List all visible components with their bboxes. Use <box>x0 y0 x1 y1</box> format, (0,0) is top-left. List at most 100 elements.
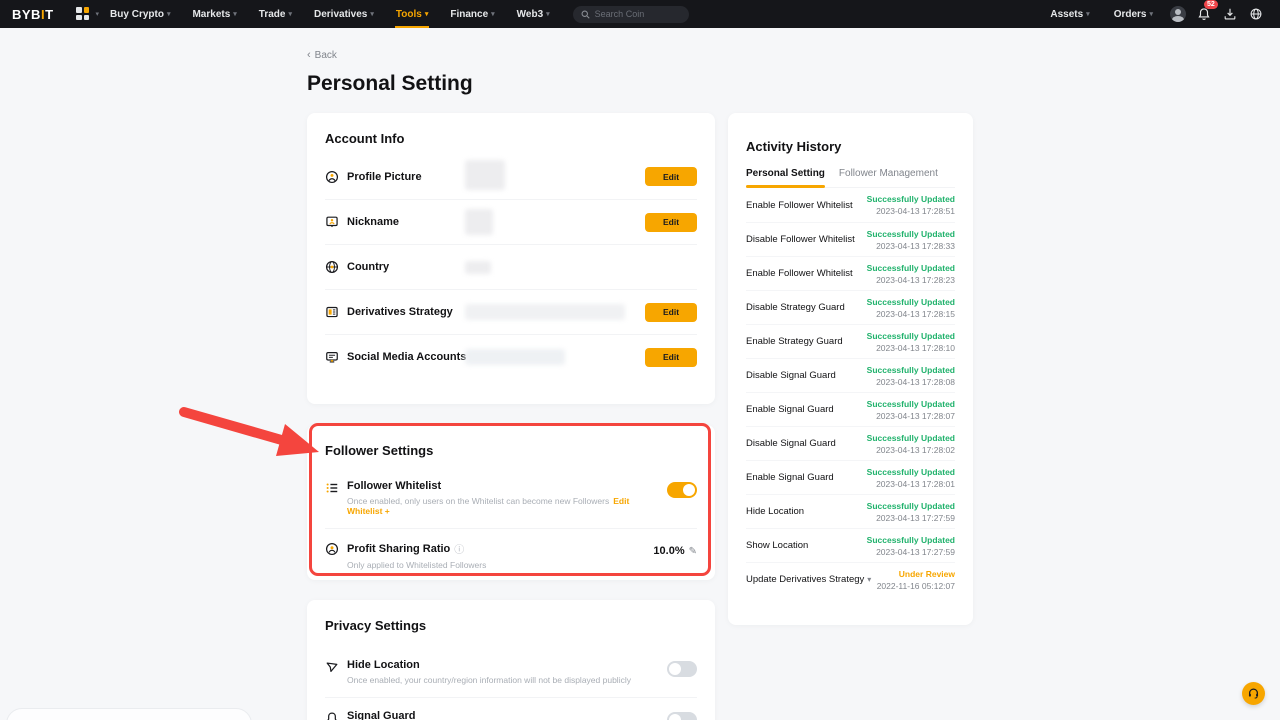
status-badge: Successfully Updated <box>867 467 955 477</box>
edit-nickname-button[interactable]: Edit <box>645 213 697 232</box>
chevron-down-icon: ▾ <box>867 575 871 584</box>
avatar <box>1170 6 1186 22</box>
row-country: Country <box>325 244 697 289</box>
nav-item-derivatives[interactable]: Derivatives▾ <box>303 0 385 28</box>
hide-location-toggle[interactable] <box>667 661 697 677</box>
profile-picture-icon <box>325 170 339 184</box>
chevron-down-icon: ▾ <box>491 10 495 18</box>
nickname-icon <box>325 215 339 229</box>
top-navbar: BYBIT ▾ Buy Crypto▾ Markets▾ Trade▾ Deri… <box>0 0 1280 28</box>
signal-guard-toggle[interactable] <box>667 712 697 720</box>
nav-item-markets[interactable]: Markets▾ <box>181 0 247 28</box>
status-badge: Under Review <box>877 569 955 579</box>
chevron-down-icon: ▾ <box>546 10 550 18</box>
activity-row: Disable Strategy GuardSuccessfully Updat… <box>746 290 955 324</box>
row-nickname: Nickname Edit <box>325 199 697 244</box>
chevron-down-icon: ▾ <box>1086 10 1090 18</box>
activity-label: Enable Strategy Guard <box>746 336 843 347</box>
blurred-social-accounts <box>465 349 565 365</box>
edit-pencil-icon[interactable]: ✎ <box>689 546 697 557</box>
status-badge: Successfully Updated <box>867 263 955 273</box>
edit-profile-picture-button[interactable]: Edit <box>645 167 697 186</box>
coin-search[interactable] <box>573 6 689 23</box>
nav-item-assets[interactable]: Assets▾ <box>1039 0 1100 28</box>
status-badge: Successfully Updated <box>867 433 955 443</box>
activity-label: Enable Follower Whitelist <box>746 268 853 279</box>
nav-item-finance[interactable]: Finance▾ <box>439 0 505 28</box>
timestamp: 2023-04-13 17:28:10 <box>867 343 955 353</box>
activity-row: Hide LocationSuccessfully Updated2023-04… <box>746 494 955 528</box>
status-badge: Successfully Updated <box>867 399 955 409</box>
nav-item-orders[interactable]: Orders▾ <box>1103 0 1164 28</box>
status-badge: Successfully Updated <box>867 331 955 341</box>
signal-guard-label: Signal Guard <box>347 710 585 720</box>
timestamp: 2023-04-13 17:27:59 <box>867 513 955 523</box>
edit-social-media-button[interactable]: Edit <box>645 348 697 367</box>
follower-whitelist-toggle[interactable] <box>667 482 697 498</box>
nav-item-tools[interactable]: Tools▾ <box>385 0 439 28</box>
row-profile-picture: Profile Picture Edit <box>325 154 697 199</box>
nav-item-web3[interactable]: Web3▾ <box>506 0 561 28</box>
profit-ratio-subtitle: Only applied to Whitelisted Followers <box>347 560 486 570</box>
nav-item-trade[interactable]: Trade▾ <box>248 0 303 28</box>
account-info-card: Account Info Profile Picture Edit Nickna… <box>307 113 715 404</box>
tab-personal-setting[interactable]: Personal Setting <box>746 168 825 187</box>
products-grid-menu[interactable]: ▾ <box>68 7 100 21</box>
bell-icon <box>1197 7 1211 21</box>
edit-derivatives-strategy-button[interactable]: Edit <box>645 303 697 322</box>
row-label: Derivatives Strategy <box>347 306 453 318</box>
grid-icon <box>76 7 90 21</box>
profile-avatar[interactable] <box>1166 2 1190 26</box>
activity-row: Show LocationSuccessfully Updated2023-04… <box>746 528 955 562</box>
activity-history-card: Activity History Personal Setting Follow… <box>728 113 973 625</box>
follower-settings-card: Follower Settings Follower Whitelist Onc… <box>307 425 715 580</box>
tab-follower-management[interactable]: Follower Management <box>839 168 938 187</box>
profit-ratio-value: 10.0%✎ <box>653 545 697 557</box>
download-app-button[interactable] <box>1218 2 1242 26</box>
chevron-down-icon: ▾ <box>1149 10 1153 18</box>
country-globe-icon <box>325 260 339 274</box>
row-signal-guard: Signal Guard Once enabled, only Follower… <box>325 697 697 720</box>
row-social-media: Social Media Accounts Edit <box>325 334 697 379</box>
timestamp: 2023-04-13 17:28:07 <box>867 411 955 421</box>
bybit-logo[interactable]: BYBIT <box>12 7 54 22</box>
blurred-nickname <box>465 209 493 235</box>
chevron-down-icon: ▾ <box>167 10 171 18</box>
activity-row: Enable Signal GuardSuccessfully Updated2… <box>746 460 955 494</box>
chevron-down-icon: ▾ <box>288 10 292 18</box>
account-info-title: Account Info <box>325 131 697 146</box>
search-input[interactable] <box>595 9 675 19</box>
privacy-settings-card: Privacy Settings Hide Location Once enab… <box>307 600 715 720</box>
status-badge: Successfully Updated <box>867 297 955 307</box>
profit-ratio-person-icon <box>325 542 339 556</box>
social-media-monitor-icon <box>325 350 339 364</box>
support-chat-button[interactable] <box>1242 682 1265 705</box>
notifications-button[interactable]: 52 <box>1192 2 1216 26</box>
timestamp: 2023-04-13 17:28:23 <box>867 275 955 285</box>
language-button[interactable] <box>1244 2 1268 26</box>
timestamp: 2023-04-13 17:28:02 <box>867 445 955 455</box>
toggle-knob <box>683 484 695 496</box>
row-hide-location: Hide Location Once enabled, your country… <box>325 647 697 697</box>
row-follower-whitelist: Follower Whitelist Once enabled, only us… <box>325 468 697 528</box>
info-icon[interactable]: ⓘ <box>454 541 464 556</box>
globe-icon <box>1249 7 1263 21</box>
activity-row: Disable Follower WhitelistSuccessfully U… <box>746 222 955 256</box>
activity-label: Update Derivatives Strategy <box>746 574 864 585</box>
hide-location-subtitle: Once enabled, your country/region inform… <box>347 675 631 685</box>
activity-row-update-strategy[interactable]: Update Derivatives Strategy▾ Under Review… <box>746 562 955 596</box>
row-label: Profile Picture <box>347 171 422 183</box>
status-badge: Successfully Updated <box>867 194 955 204</box>
timestamp: 2023-04-13 17:28:33 <box>867 241 955 251</box>
whitelist-label: Follower Whitelist <box>347 480 667 492</box>
signal-guard-bell-icon <box>325 711 339 720</box>
status-badge: Successfully Updated <box>867 501 955 511</box>
back-button[interactable]: ‹ Back <box>307 49 337 61</box>
search-icon <box>581 10 590 19</box>
notification-badge: 52 <box>1204 0 1218 9</box>
status-badge: Successfully Updated <box>867 365 955 375</box>
activity-label: Disable Signal Guard <box>746 438 836 449</box>
nav-item-buy-crypto[interactable]: Buy Crypto▾ <box>99 0 181 28</box>
bottom-left-popup-edge <box>6 708 252 720</box>
row-label: Social Media Accounts <box>347 351 466 363</box>
